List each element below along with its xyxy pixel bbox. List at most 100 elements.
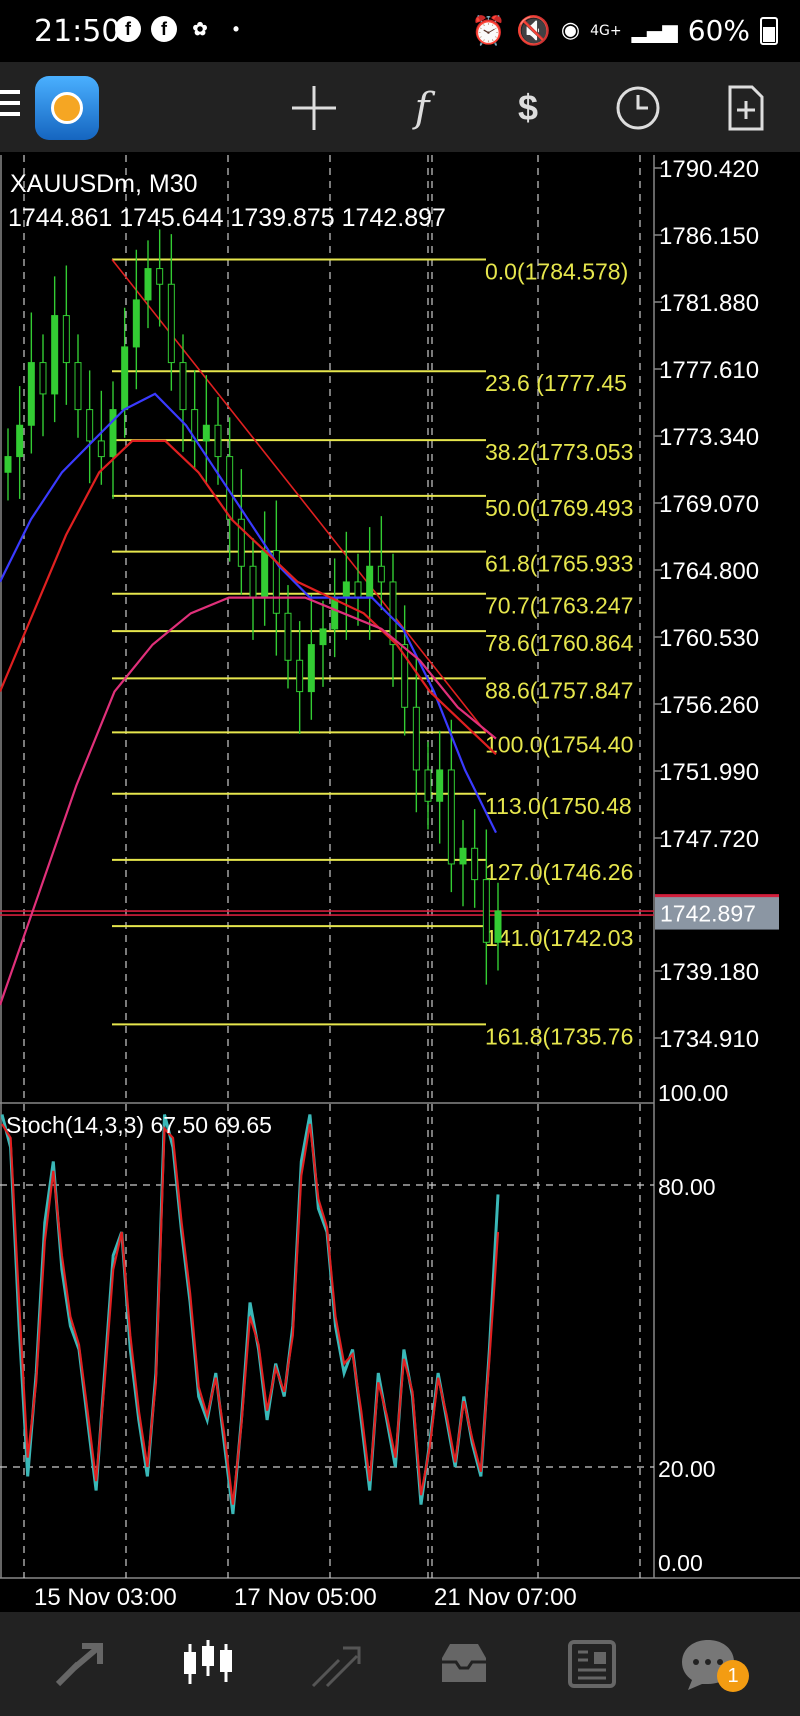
- fib-label: 23.6 (1777.45: [485, 370, 627, 396]
- candle-body: [494, 910, 502, 943]
- timeframe-icon[interactable]: [610, 82, 666, 134]
- price-axis-label: 1756.260: [659, 692, 759, 719]
- price-axis-label: 1739.180: [659, 959, 759, 986]
- candle-body: [167, 283, 175, 364]
- bottom-navigation: [0, 1612, 800, 1716]
- symbols-icon[interactable]: $: [500, 82, 556, 134]
- price-axis-label: 1751.990: [659, 759, 759, 786]
- network-icon: 4G+: [590, 22, 622, 39]
- candle-body: [51, 315, 59, 395]
- candle-body: [412, 706, 420, 771]
- price-axis-label: 1786.150: [659, 223, 759, 250]
- candle-body: [366, 565, 374, 599]
- candle-body: [447, 769, 455, 865]
- quotes-tab-icon[interactable]: [48, 1634, 112, 1694]
- price-axis-label: 1773.340: [659, 424, 759, 451]
- price-axis-label: 1781.880: [659, 290, 759, 317]
- candle-body: [249, 565, 257, 599]
- fib-label: 113.0(1750.48: [485, 793, 632, 819]
- crosshair-icon[interactable]: [286, 82, 342, 134]
- messages-badge: 1: [717, 1660, 749, 1692]
- stochastic-axis-label: 0.00: [658, 1550, 703, 1576]
- price-axis-label: 1777.610: [659, 357, 759, 384]
- news-tab-icon[interactable]: [560, 1634, 624, 1694]
- candle-body: [109, 409, 117, 458]
- battery-icon: [760, 16, 778, 45]
- candle-body: [331, 597, 339, 630]
- price-axis-label: 1760.530: [659, 625, 759, 652]
- more-dot-icon: •: [232, 19, 240, 39]
- candle-body: [354, 581, 362, 599]
- candle-body: [39, 362, 47, 395]
- candle-body: [424, 769, 432, 802]
- candle-body: [377, 565, 385, 583]
- candle-body: [459, 847, 467, 865]
- candle-body: [144, 268, 152, 301]
- candle-body: [261, 550, 269, 599]
- signal-icon: ▂▄▆: [631, 18, 678, 43]
- candle-body: [97, 440, 105, 458]
- candle-body: [482, 879, 490, 943]
- stochastic-main-line: [0, 1114, 500, 1515]
- candle-body: [342, 581, 350, 599]
- fib-label: 61.8(1765.933: [485, 551, 633, 577]
- stochastic-axis-label: 100.00: [658, 1080, 728, 1106]
- battery-text: 60%: [687, 14, 750, 47]
- candle-body: [4, 456, 12, 473]
- candle-body: [214, 424, 222, 458]
- stochastic-axis-label: 80.00: [658, 1174, 716, 1200]
- status-right: ⏰ 🔇 ◉ 4G+ ▂▄▆ 60%: [471, 14, 778, 47]
- price-axis-label: 1790.420: [659, 156, 759, 183]
- moving-average-fast: [0, 392, 497, 834]
- metatrader-logo[interactable]: [35, 76, 99, 140]
- indicators-icon[interactable]: f: [394, 82, 450, 134]
- app-notification-icon: ✿: [192, 19, 208, 39]
- candle-body: [307, 644, 315, 693]
- notification-icons: f f ✿ •: [115, 16, 249, 42]
- candle-body: [319, 628, 327, 646]
- price-axis-label: 1734.910: [659, 1026, 759, 1053]
- history-tab-icon[interactable]: [432, 1634, 496, 1694]
- candle-body: [296, 659, 304, 693]
- chart-toolbar: f $: [0, 62, 800, 152]
- time-axis-label: 17 Nov 05:00: [234, 1584, 377, 1611]
- candle-body: [132, 299, 140, 348]
- candle-body: [436, 769, 444, 802]
- alarm-icon: ⏰: [471, 14, 507, 47]
- status-bar: 21:50 f f ✿ • ⏰ 🔇 ◉ 4G+ ▂▄▆ 60%: [0, 0, 800, 62]
- price-axis-label: 1769.070: [659, 491, 759, 518]
- facebook-icon: f: [115, 16, 141, 42]
- ohlc-label: 1744.861 1745.644 1739.875 1742.897: [8, 204, 446, 232]
- fib-label: 78.6(1760.864: [485, 630, 634, 656]
- candle-body: [202, 424, 210, 442]
- candle-body: [284, 612, 292, 661]
- candle-body: [86, 409, 94, 442]
- price-chart[interactable]: 0.0(1784.578) 23.6 (1777.45 38.2(1773.053 5…: [0, 152, 800, 1612]
- chart-area[interactable]: 0.0(1784.578) 23.6 (1777.45 38.2(1773.053 5…: [0, 152, 800, 1612]
- candle-body: [179, 362, 187, 411]
- fib-label: 50.0(1769.493: [485, 495, 633, 521]
- facebook-icon: f: [151, 16, 177, 42]
- time-axis-label: 15 Nov 03:00: [34, 1584, 177, 1611]
- candle-body: [62, 315, 70, 364]
- price-axis-label: 1747.720: [659, 826, 759, 853]
- candle-body: [74, 362, 82, 411]
- fib-label: 100.0(1754.40: [485, 731, 633, 757]
- fib-label: 70.7(1763.247: [485, 593, 633, 619]
- price-axis-label: 1764.800: [659, 558, 759, 585]
- stochastic-axis-label: 20.00: [658, 1456, 716, 1482]
- hotspot-icon: ◉: [560, 18, 581, 43]
- mute-icon: 🔇: [516, 14, 551, 47]
- fib-label: 127.0(1746.26: [485, 859, 633, 885]
- symbol-timeframe-label: XAUUSDm, M30: [10, 170, 198, 198]
- chart-tab-icon[interactable]: [176, 1634, 240, 1694]
- fib-label: 161.8(1735.76: [485, 1023, 633, 1049]
- fib-label: 0.0(1784.578): [485, 259, 628, 285]
- current-price-label: 1742.897: [660, 901, 756, 927]
- candle-body: [16, 424, 24, 458]
- candle-body: [156, 268, 164, 285]
- candle-body: [471, 847, 479, 881]
- trade-tab-icon[interactable]: [305, 1634, 369, 1694]
- new-order-icon[interactable]: [718, 82, 774, 134]
- menu-icon[interactable]: [0, 90, 20, 120]
